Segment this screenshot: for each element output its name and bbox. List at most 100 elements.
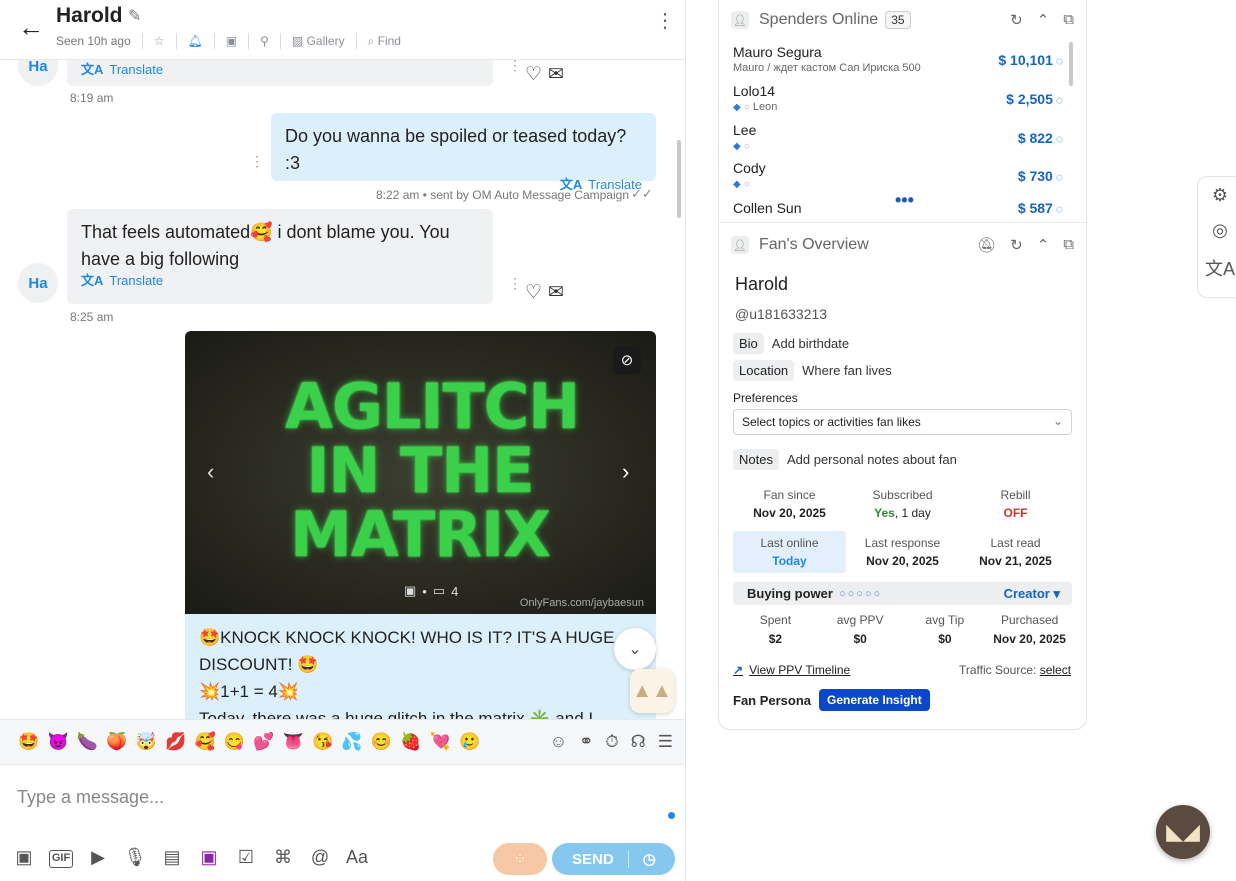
gif-icon[interactable]: GIF bbox=[49, 850, 73, 868]
chat-bubble-icon[interactable]: ◌ bbox=[1056, 93, 1063, 107]
search-icon[interactable]: ⌕ Find bbox=[368, 34, 401, 49]
chat-bubble-icon[interactable]: ◌ bbox=[1056, 170, 1063, 184]
heart-icon[interactable]: ♡ bbox=[525, 63, 542, 86]
edit-pencil-icon[interactable]: ✎ bbox=[128, 6, 141, 26]
refresh-icon[interactable]: ↻ bbox=[1010, 236, 1023, 254]
emoji-button[interactable]: 🍑 bbox=[102, 732, 131, 752]
translate-link[interactable]: 文A Translate bbox=[81, 273, 479, 289]
prev-arrow-icon[interactable]: ‹ bbox=[207, 459, 214, 485]
translate-icon[interactable]: 文A bbox=[1205, 255, 1235, 281]
cat-assistant-fab[interactable]: ◣◢ bbox=[1156, 805, 1210, 859]
avatar[interactable]: Ha bbox=[18, 60, 58, 86]
tier-dropdown[interactable]: Creator ▾ bbox=[1004, 586, 1060, 602]
send-button[interactable]: SEND ◷ bbox=[552, 843, 675, 875]
chat-bubble-icon[interactable]: ◌ bbox=[1056, 202, 1063, 216]
eye-off-icon[interactable]: ◎ bbox=[1212, 220, 1228, 241]
message-options-icon[interactable]: ⋮ bbox=[508, 60, 522, 72]
scroll-down-button[interactable]: ⌄ bbox=[614, 628, 656, 670]
generate-insight-button[interactable]: Generate Insight bbox=[819, 689, 930, 711]
star-icon[interactable]: ☆ bbox=[154, 34, 165, 48]
vault-icon[interactable]: ▤ bbox=[160, 847, 184, 868]
spender-row[interactable]: Cody ◆ ○ $ 730 ◌ bbox=[733, 160, 1073, 190]
bell-icon[interactable]: 🔔︎ bbox=[188, 34, 203, 48]
ppv-timeline-link[interactable]: ↗ View PPV Timeline bbox=[733, 663, 850, 677]
gallery-icon[interactable]: ▨ Gallery bbox=[292, 34, 345, 48]
message-text: Do you wanna be spoiled or teased today?… bbox=[285, 126, 627, 173]
emoji-button[interactable]: 🍆 bbox=[73, 732, 102, 752]
emoji-button[interactable]: 🥲 bbox=[455, 732, 484, 752]
preferences-select[interactable]: Select topics or activities fan likes ⌄ bbox=[733, 409, 1072, 435]
text-format-icon[interactable]: Aa bbox=[345, 847, 369, 868]
emoji-button[interactable]: 👅 bbox=[279, 732, 308, 752]
location-value[interactable]: Where fan lives bbox=[802, 363, 892, 378]
emoji-button[interactable]: 💋 bbox=[161, 732, 190, 752]
schedule-clock-icon[interactable]: ◷ bbox=[643, 850, 656, 868]
spender-row[interactable]: Lee ◆ ○ $ 822 ◌ bbox=[733, 122, 1073, 152]
microphone-icon[interactable]: 🎙︎ bbox=[123, 847, 147, 868]
chat-scrollbar[interactable] bbox=[677, 140, 681, 218]
heart-icon[interactable]: ♡ bbox=[525, 281, 542, 304]
smiley-icon[interactable]: ☺ bbox=[550, 732, 567, 752]
chat-bubble-icon[interactable]: ◌ bbox=[1056, 54, 1063, 68]
headset-icon[interactable]: ☊ bbox=[631, 732, 646, 752]
emoji-button[interactable]: 😋 bbox=[220, 732, 249, 752]
gallery-label[interactable]: Gallery bbox=[307, 34, 345, 48]
bell-off-icon[interactable]: 🔕︎ bbox=[977, 236, 996, 254]
nodes-icon[interactable]: ⚭ bbox=[579, 732, 593, 752]
next-arrow-icon[interactable]: › bbox=[622, 459, 629, 485]
notes-value[interactable]: Add personal notes about fan bbox=[787, 452, 957, 467]
gear-icon[interactable]: ⚙ bbox=[1212, 185, 1228, 206]
emoji-button[interactable]: 😊 bbox=[367, 732, 396, 752]
avatar[interactable]: Ha bbox=[18, 263, 58, 303]
ai-suggest-button[interactable]: ⁘ bbox=[493, 843, 547, 875]
collapse-chevron-icon[interactable]: ⌃ bbox=[1037, 236, 1050, 254]
spender-row[interactable]: Lolo14 ◆ ○ Leon $ 2,505 ◌ bbox=[733, 83, 1073, 113]
reply-mail-icon[interactable]: ✉ bbox=[548, 281, 564, 304]
pin-icon[interactable]: ⚲ bbox=[260, 34, 269, 48]
find-label[interactable]: Find bbox=[378, 34, 401, 48]
traffic-select-link[interactable]: select bbox=[1040, 663, 1071, 677]
emoji-button[interactable]: 💘 bbox=[425, 732, 454, 752]
message-options-icon[interactable]: ⋮ bbox=[508, 276, 522, 290]
location-row[interactable]: Location Where fan lives bbox=[733, 360, 892, 381]
reply-mail-icon[interactable]: ✉ bbox=[548, 63, 564, 86]
price-tag-icon[interactable]: ⌘ bbox=[271, 847, 295, 868]
hide-icon[interactable]: ⊘ bbox=[613, 346, 641, 374]
emoji-button[interactable]: 🍓 bbox=[396, 732, 425, 752]
emoji-button[interactable]: 😘 bbox=[308, 732, 337, 752]
more-spenders-icon[interactable]: ••• bbox=[895, 191, 914, 209]
emoji-button[interactable]: 😈 bbox=[43, 732, 72, 752]
spenders-scrollbar[interactable] bbox=[1069, 42, 1073, 86]
sticky-note-icon[interactable]: ▣ bbox=[226, 34, 237, 48]
buying-power-bar[interactable]: Buying power ○○○○○ Creator ▾ bbox=[733, 582, 1072, 605]
emoji-button[interactable]: 💕 bbox=[249, 732, 278, 752]
translate-link[interactable]: 文A Translate bbox=[81, 62, 479, 78]
popout-icon[interactable]: ⧉ bbox=[1063, 236, 1074, 254]
ring-icon: ○ bbox=[743, 141, 750, 152]
emoji-button[interactable]: 🤯 bbox=[132, 732, 161, 752]
chat-bubble-icon[interactable]: ◌ bbox=[1056, 132, 1063, 146]
timer-icon[interactable]: ⏱ bbox=[605, 732, 618, 752]
mention-icon[interactable]: @ bbox=[308, 847, 332, 868]
message-options-icon[interactable]: ⋮ bbox=[250, 154, 264, 168]
video-icon[interactable]: ▶ bbox=[86, 847, 110, 868]
refresh-icon[interactable]: ↻ bbox=[1010, 11, 1023, 29]
media-vault-icon[interactable]: ▣ bbox=[197, 847, 221, 868]
emoji-button[interactable]: 💦 bbox=[337, 732, 366, 752]
emoji-button[interactable]: 🥰 bbox=[190, 732, 219, 752]
spender-row[interactable]: Mauro Segura Mauro / ждет кастом Сап Ири… bbox=[733, 44, 1073, 74]
media-preview[interactable]: AGLITCH IN THE MATRIX ‹ › ⊘ ▣ • ▭ 4 OnlyFan… bbox=[185, 331, 656, 614]
notes-row[interactable]: Notes Add personal notes about fan bbox=[733, 449, 957, 470]
collapse-chevron-icon[interactable]: ⌃ bbox=[1037, 11, 1050, 29]
more-menu-icon[interactable]: ⋮ bbox=[655, 11, 675, 31]
notes-icon[interactable]: ☰ bbox=[658, 732, 673, 752]
bio-row[interactable]: Bio Add birthdate bbox=[733, 333, 849, 354]
cat-assistant-button[interactable]: ▲▲ bbox=[630, 669, 674, 713]
popout-icon[interactable]: ⧉ bbox=[1063, 11, 1074, 29]
back-arrow-icon[interactable]: ← bbox=[18, 14, 44, 40]
emoji-button[interactable]: 🤩 bbox=[14, 732, 43, 752]
bio-value[interactable]: Add birthdate bbox=[772, 336, 849, 351]
message-input[interactable]: Type a message... bbox=[17, 787, 164, 808]
calendar-check-icon[interactable]: ☑ bbox=[234, 847, 258, 868]
image-icon[interactable]: ▣ bbox=[12, 847, 36, 868]
